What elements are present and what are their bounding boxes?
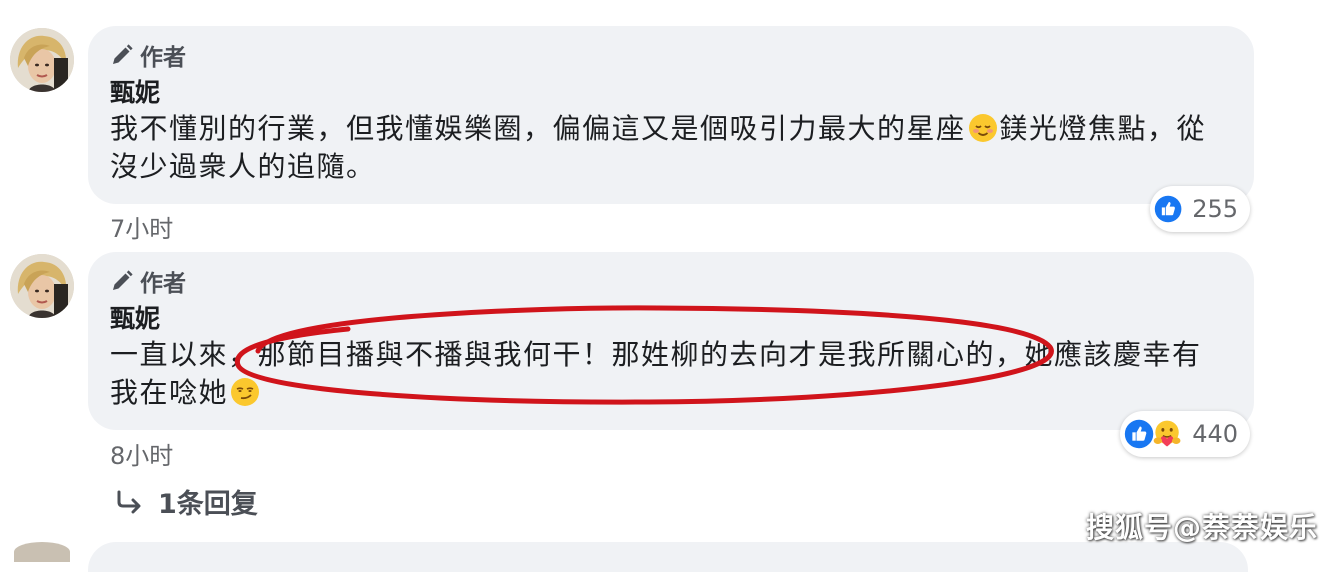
view-replies-link[interactable]: 1条回复 bbox=[116, 482, 258, 521]
comment-timestamp[interactable]: 7小时 bbox=[110, 209, 173, 244]
care-icon bbox=[1153, 420, 1181, 447]
comment-text-part: 一直以來，那節目播與不播與我何干！那姓柳的去向才是我所關心的，她應該慶幸有我在唸… bbox=[110, 338, 1202, 409]
author-avatar[interactable] bbox=[10, 254, 74, 318]
author-name[interactable]: 甄妮 bbox=[110, 76, 1254, 110]
next-comment-bubble bbox=[88, 542, 1248, 572]
reply-arrow-icon bbox=[117, 490, 141, 513]
pencil-icon bbox=[113, 44, 133, 64]
watermark: 搜狐号@萘萘娱乐 bbox=[1085, 511, 1318, 544]
author-name[interactable]: 甄妮 bbox=[110, 302, 1254, 336]
reaction-count: 440 bbox=[1192, 420, 1238, 448]
author-badge: 作者 bbox=[110, 266, 1254, 297]
next-comment-avatar bbox=[14, 542, 70, 562]
comment-bubble: 作者 甄妮 我不懂別的行業，但我懂娛樂圈，偏偏這又是個吸引力最大的星座 鎂光燈焦… bbox=[88, 26, 1254, 204]
comment-text: 我不懂別的行業，但我懂娛樂圈，偏偏這又是個吸引力最大的星座 鎂光燈焦點，從沒少過… bbox=[110, 110, 1220, 186]
reactions-summary[interactable]: 440 bbox=[1120, 411, 1250, 457]
comment-text-part: 我不懂別的行業，但我懂娛樂圈，偏偏這又是個吸引力最大的星座 bbox=[110, 112, 966, 145]
pencil-icon bbox=[113, 270, 133, 290]
author-badge-label: 作者 bbox=[140, 45, 186, 71]
comment-timestamp[interactable]: 8小时 bbox=[110, 436, 173, 471]
comment-text: 一直以來，那節目播與不播與我何干！那姓柳的去向才是我所關心的，她應該慶幸有我在唸… bbox=[110, 336, 1220, 412]
like-icon bbox=[1154, 195, 1182, 223]
smirking-face-icon bbox=[231, 378, 260, 406]
author-badge: 作者 bbox=[110, 40, 1254, 71]
comment-bubble: 作者 甄妮 一直以來，那節目播與不播與我何干！那姓柳的去向才是我所關心的，她應該… bbox=[88, 252, 1254, 430]
view-replies-label: 1条回复 bbox=[158, 489, 258, 520]
like-icon bbox=[1124, 419, 1154, 449]
relieved-face-icon bbox=[968, 114, 997, 142]
reaction-count: 255 bbox=[1192, 195, 1238, 223]
author-avatar[interactable] bbox=[10, 28, 74, 92]
author-badge-label: 作者 bbox=[140, 271, 186, 297]
reactions-summary[interactable]: 255 bbox=[1150, 186, 1250, 232]
